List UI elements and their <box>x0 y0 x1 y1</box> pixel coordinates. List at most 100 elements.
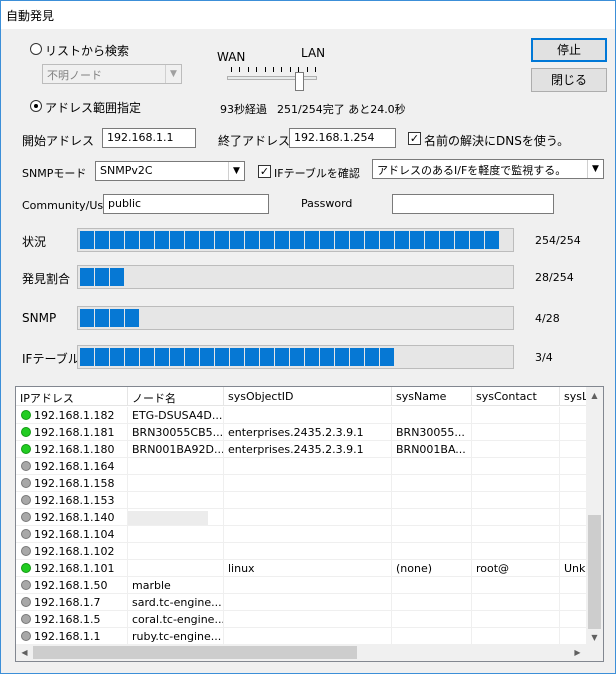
progress-block <box>335 231 349 249</box>
progress-block <box>140 231 154 249</box>
slider-tick <box>239 67 241 72</box>
table-cell-contact: root@ <box>472 560 560 577</box>
progress-block <box>110 268 124 286</box>
if-table-checkbox[interactable]: ✓ <box>258 165 271 178</box>
progress-block <box>80 348 94 366</box>
table-cell-sysname <box>392 475 472 492</box>
table-row[interactable]: 192.168.1.158 <box>16 475 589 492</box>
table-cell-name <box>128 543 224 560</box>
progress-block <box>185 348 199 366</box>
progress-label: SNMP <box>22 311 57 325</box>
table-row[interactable]: 192.168.1.50 marble <box>16 577 589 594</box>
table-cell-name: ruby.tc-engine... <box>128 628 224 645</box>
table-row[interactable]: 192.168.1.104 <box>16 526 589 543</box>
horizontal-scroll-thumb[interactable] <box>33 646 357 659</box>
table-cell-ip: 192.168.1.1 <box>16 628 128 645</box>
table-row[interactable]: 192.168.1.102 <box>16 543 589 560</box>
table-row[interactable]: 192.168.1.182 ETG-DSUSA4D... <box>16 407 589 424</box>
column-header[interactable]: sysContact <box>472 387 560 406</box>
table-cell-loc <box>560 577 589 594</box>
discovery-results-table[interactable]: IPアドレス ノード名 sysObjectID sysName sysConta… <box>15 386 604 662</box>
end-address-field[interactable]: 192.168.1.254 <box>289 128 396 148</box>
progress-block <box>440 231 454 249</box>
table-cell-loc <box>560 543 589 560</box>
table-cell-contact <box>472 441 560 458</box>
if-monitor-mode-select[interactable]: アドレスのあるI/Fを軽度で監視する。 ▼ <box>372 159 604 179</box>
table-row[interactable]: 192.168.1.101 linux(none)root@Unkn <box>16 560 589 577</box>
table-row[interactable]: 192.168.1.153 <box>16 492 589 509</box>
table-row[interactable]: 192.168.1.164 <box>16 458 589 475</box>
scroll-right-icon[interactable]: ▶ <box>569 644 586 661</box>
column-header[interactable]: sysName <box>392 387 472 406</box>
close-button[interactable]: 閉じる <box>531 68 607 92</box>
table-cell-contact <box>472 577 560 594</box>
scroll-left-icon[interactable]: ◀ <box>16 644 33 661</box>
table-cell-contact <box>472 475 560 492</box>
if-table-label: IFテーブルを確認 <box>274 167 360 180</box>
progress-block <box>245 348 259 366</box>
progress-block <box>110 309 124 327</box>
window-title: 自動発見 <box>6 9 55 23</box>
progress-block <box>335 348 349 366</box>
table-cell-sysname <box>392 509 472 526</box>
table-cell-name: ETG-DSUSA4D... <box>128 407 224 424</box>
table-cell-sysname <box>392 577 472 594</box>
column-header[interactable]: IPアドレス <box>16 387 128 406</box>
chevron-down-icon: ▼ <box>165 65 181 83</box>
table-cell-loc <box>560 424 589 441</box>
wan-lan-slider-thumb[interactable] <box>295 72 304 91</box>
table-cell-name: sard.tc-engine... <box>128 594 224 611</box>
list-search-select[interactable]: 不明ノード ▼ <box>42 64 182 84</box>
table-cell-loc <box>560 407 589 424</box>
table-cell-sysname: BRN30055... <box>392 424 472 441</box>
horizontal-scrollbar[interactable]: ◀ ▶ <box>16 644 603 661</box>
progress-block <box>425 231 439 249</box>
table-row[interactable]: 192.168.1.180 BRN001BA92D... enterprises.2… <box>16 441 589 458</box>
snmp-mode-select-value: SNMPv2C <box>100 164 153 177</box>
slider-tick <box>231 67 232 72</box>
table-cell-ip: 192.168.1.182 <box>16 407 128 424</box>
slider-tick <box>273 67 274 72</box>
table-cell-ip: 192.168.1.104 <box>16 526 128 543</box>
table-cell-ip: 192.168.1.180 <box>16 441 128 458</box>
snmp-mode-label: SNMPモード <box>22 167 87 180</box>
address-range-radio[interactable] <box>30 100 42 112</box>
slider-tick <box>289 67 291 72</box>
table-row[interactable]: 192.168.1.140 <box>16 509 589 526</box>
community-field[interactable]: public <box>103 194 269 214</box>
table-cell-ip: 192.168.1.50 <box>16 577 128 594</box>
progress-block <box>320 231 334 249</box>
list-search-radio[interactable] <box>30 43 42 55</box>
slider-tick <box>315 67 316 72</box>
progress-block <box>155 231 169 249</box>
progress-block <box>80 231 94 249</box>
password-field[interactable] <box>392 194 554 214</box>
table-row[interactable]: 192.168.1.7 sard.tc-engine... <box>16 594 589 611</box>
table-row[interactable]: 192.168.1.181 BRN30055CB5... enterprises.2… <box>16 424 589 441</box>
table-row[interactable]: 192.168.1.1 ruby.tc-engine... <box>16 628 589 645</box>
progress-block <box>200 348 214 366</box>
column-header[interactable]: ノード名 <box>128 387 224 406</box>
dns-checkbox[interactable]: ✓ <box>408 132 421 145</box>
table-cell-sysname <box>392 526 472 543</box>
vertical-scrollbar[interactable]: ▲ ▼ <box>586 387 603 646</box>
snmp-mode-select[interactable]: SNMPv2C ▼ <box>95 161 245 181</box>
progress-block <box>95 309 109 327</box>
table-cell-name: BRN30055CB5... <box>128 424 224 441</box>
scroll-up-icon[interactable]: ▲ <box>586 387 603 404</box>
table-cell-name <box>128 458 224 475</box>
progress-block <box>80 309 94 327</box>
progress-value: 4/28 <box>535 312 560 325</box>
column-header[interactable]: sysObjectID <box>224 387 392 406</box>
vertical-scroll-thumb[interactable] <box>588 515 601 629</box>
table-cell-contact <box>472 526 560 543</box>
table-cell-oid <box>224 611 392 628</box>
stop-button[interactable]: 停止 <box>531 38 607 62</box>
progress-block <box>485 231 499 249</box>
table-cell-loc <box>560 458 589 475</box>
progress-bar <box>77 306 514 330</box>
start-address-field[interactable]: 192.168.1.1 <box>102 128 196 148</box>
table-cell-sysname <box>392 543 472 560</box>
progress-block <box>290 348 304 366</box>
table-row[interactable]: 192.168.1.5 coral.tc-engine... <box>16 611 589 628</box>
